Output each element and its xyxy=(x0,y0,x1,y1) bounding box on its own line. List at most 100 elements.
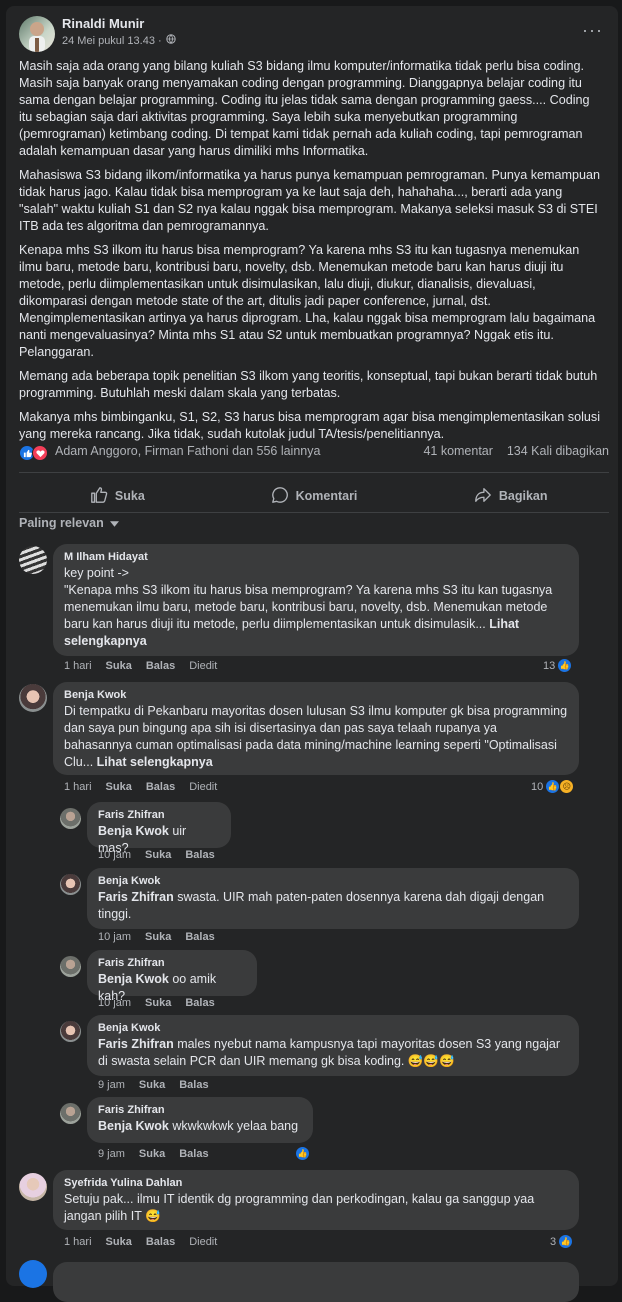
mention-tag[interactable]: Faris Zhifran xyxy=(98,890,174,904)
thumbs-up-icon: 👍 xyxy=(545,779,561,794)
reply-like-button[interactable]: Suka xyxy=(145,849,171,861)
comment-body: "Kenapa mhs S3 ilkom itu harus bisa memp… xyxy=(64,583,553,631)
comment-like-button[interactable]: Suka xyxy=(106,1236,132,1248)
commenter-name[interactable]: M Ilham Hidayat xyxy=(64,550,568,564)
reply-reply-button[interactable]: Balas xyxy=(179,1079,208,1091)
commenter-name[interactable]: Benja Kwok xyxy=(64,688,568,702)
post-author-name[interactable]: Rinaldi Munir xyxy=(62,16,144,31)
shares-count[interactable]: 134 Kali dibagikan xyxy=(507,444,609,458)
mention-tag[interactable]: Benja Kwok xyxy=(98,824,169,838)
replier-avatar[interactable] xyxy=(60,1021,81,1042)
comment-text: Di tempatku di Pekanbaru mayoritas dosen… xyxy=(64,703,568,771)
post-paragraph: Memang ada beberapa topik penelitian S3 … xyxy=(19,369,598,400)
reply-time[interactable]: 10 jam xyxy=(98,931,131,943)
commenter-name[interactable]: Syefrida Yulina Dahlan xyxy=(64,1176,568,1190)
comment-time[interactable]: 1 hari xyxy=(64,1236,92,1248)
comment-actions: 1 hari Suka Balas Diedit xyxy=(64,660,217,672)
reply-text: Faris Zhifran swasta. UIR mah paten-pate… xyxy=(98,889,568,923)
comment-text: Setuju pak... ilmu IT identik dg program… xyxy=(64,1192,535,1223)
comment-reply-button[interactable]: Balas xyxy=(146,781,175,793)
reply-time[interactable]: 9 jam xyxy=(98,1148,125,1160)
reply-reply-button[interactable]: Balas xyxy=(185,849,214,861)
post-meta: 24 Mei pukul 13.43 · xyxy=(62,34,176,47)
post-paragraph: Mahasiswa S3 bidang ilkom/informatika ya… xyxy=(19,168,601,233)
reply-bubble: Faris Zhifran Benja Kwok wkwkwkwk yelaa … xyxy=(87,1097,313,1143)
comment-time[interactable]: 1 hari xyxy=(64,781,92,793)
more-options-button[interactable]: ··· xyxy=(582,20,603,41)
share-button[interactable]: Bagikan xyxy=(412,478,609,514)
reply-like-button[interactable]: Suka xyxy=(145,931,171,943)
reply-actions: 10 jam Suka Balas xyxy=(98,849,215,861)
commenter-avatar[interactable] xyxy=(19,1260,47,1288)
comment-text-line: key point -> xyxy=(64,566,129,580)
reply-like-button[interactable]: Suka xyxy=(139,1079,165,1091)
comment-button[interactable]: Komentari xyxy=(216,478,413,514)
sort-label: Paling relevan xyxy=(19,516,104,530)
comment-reaction-count[interactable]: 13 👍 xyxy=(543,658,573,673)
commenter-avatar[interactable] xyxy=(19,1173,47,1201)
replier-avatar[interactable] xyxy=(60,956,81,977)
mention-tag[interactable]: Faris Zhifran xyxy=(98,1037,174,1051)
comment-reaction-count[interactable]: 10 👍 ☹ xyxy=(531,779,575,794)
reply-actions: 9 jam Suka Balas xyxy=(98,1148,209,1160)
replier-name[interactable]: Faris Zhifran xyxy=(98,808,220,822)
reply-time[interactable]: 9 jam xyxy=(98,1079,125,1091)
comment-bubble: Benja Kwok Di tempatku di Pekanbaru mayo… xyxy=(53,682,579,775)
comment-text: "Kenapa mhs S3 ilkom itu harus bisa memp… xyxy=(64,582,568,650)
reply-text: Faris Zhifran males nyebut nama kampusny… xyxy=(98,1036,568,1070)
reaction-count: 13 xyxy=(543,659,556,672)
replier-avatar[interactable] xyxy=(60,808,81,829)
comment-label: Komentari xyxy=(295,489,358,503)
comment-bubble-icon xyxy=(271,486,289,507)
reaction-count: 3 xyxy=(550,1235,557,1248)
mention-tag[interactable]: Benja Kwok xyxy=(98,1119,169,1133)
replier-avatar[interactable] xyxy=(60,874,81,895)
comment-reaction-count[interactable]: 3 👍 xyxy=(550,1234,574,1249)
commenter-avatar[interactable] xyxy=(19,684,47,712)
comments-count[interactable]: 41 komentar xyxy=(423,444,492,458)
comment-reply-button[interactable]: Balas xyxy=(146,1236,175,1248)
edited-label: Diedit xyxy=(189,660,218,672)
heart-icon xyxy=(32,445,48,461)
replier-name[interactable]: Faris Zhifran xyxy=(98,1103,302,1117)
commenter-avatar[interactable] xyxy=(19,546,47,574)
share-arrow-icon xyxy=(474,486,492,507)
comment-time[interactable]: 1 hari xyxy=(64,660,92,672)
comment-like-button[interactable]: Suka xyxy=(106,660,132,672)
post-header: Rinaldi Munir 24 Mei pukul 13.43 · ··· xyxy=(19,16,609,60)
reply-reaction-count[interactable]: 👍 xyxy=(295,1146,310,1161)
comment-bubble xyxy=(53,1262,579,1302)
chevron-down-icon xyxy=(109,516,119,530)
post-time[interactable]: 24 Mei pukul 13.43 · xyxy=(62,35,162,47)
reply-actions: 9 jam Suka Balas xyxy=(98,1079,209,1091)
reply-reply-button[interactable]: Balas xyxy=(185,997,214,1009)
comment-sort-dropdown[interactable]: Paling relevan xyxy=(19,516,119,530)
divider xyxy=(19,512,609,513)
reaction-names[interactable]: Adam Anggoro, Firman Fathoni dan 556 lai… xyxy=(55,444,320,458)
reply-time[interactable]: 10 jam xyxy=(98,997,131,1009)
comment-bubble: Syefrida Yulina Dahlan Setuju pak... ilm… xyxy=(53,1170,579,1230)
replier-name[interactable]: Faris Zhifran xyxy=(98,956,246,970)
comment-reply-button[interactable]: Balas xyxy=(146,660,175,672)
see-more-link[interactable]: Lihat selengkapnya xyxy=(97,755,213,769)
comment-actions: 1 hari Suka Balas Diedit xyxy=(64,1236,217,1248)
reply-like-button[interactable]: Suka xyxy=(145,997,171,1009)
reply-reply-button[interactable]: Balas xyxy=(185,931,214,943)
reply-bubble: Faris Zhifran Benja Kwok uir mas? xyxy=(87,802,231,855)
post-stats: Adam Anggoro, Firman Fathoni dan 556 lai… xyxy=(19,444,609,464)
comment-like-button[interactable]: Suka xyxy=(106,781,132,793)
author-avatar[interactable] xyxy=(19,16,55,52)
reply-actions: 10 jam Suka Balas xyxy=(98,931,215,943)
replier-name[interactable]: Benja Kwok xyxy=(98,874,568,888)
share-label: Bagikan xyxy=(498,489,548,503)
reply-time[interactable]: 10 jam xyxy=(98,849,131,861)
reply-like-button[interactable]: Suka xyxy=(139,1148,165,1160)
like-button[interactable]: Suka xyxy=(19,478,216,514)
reply-reply-button[interactable]: Balas xyxy=(179,1148,208,1160)
reaction-icons[interactable] xyxy=(19,445,48,461)
thumbs-up-icon xyxy=(90,486,108,507)
mention-tag[interactable]: Benja Kwok xyxy=(98,972,169,986)
replier-avatar[interactable] xyxy=(60,1103,81,1124)
post-card: Rinaldi Munir 24 Mei pukul 13.43 · ··· M… xyxy=(6,6,618,1302)
replier-name[interactable]: Benja Kwok xyxy=(98,1021,568,1035)
